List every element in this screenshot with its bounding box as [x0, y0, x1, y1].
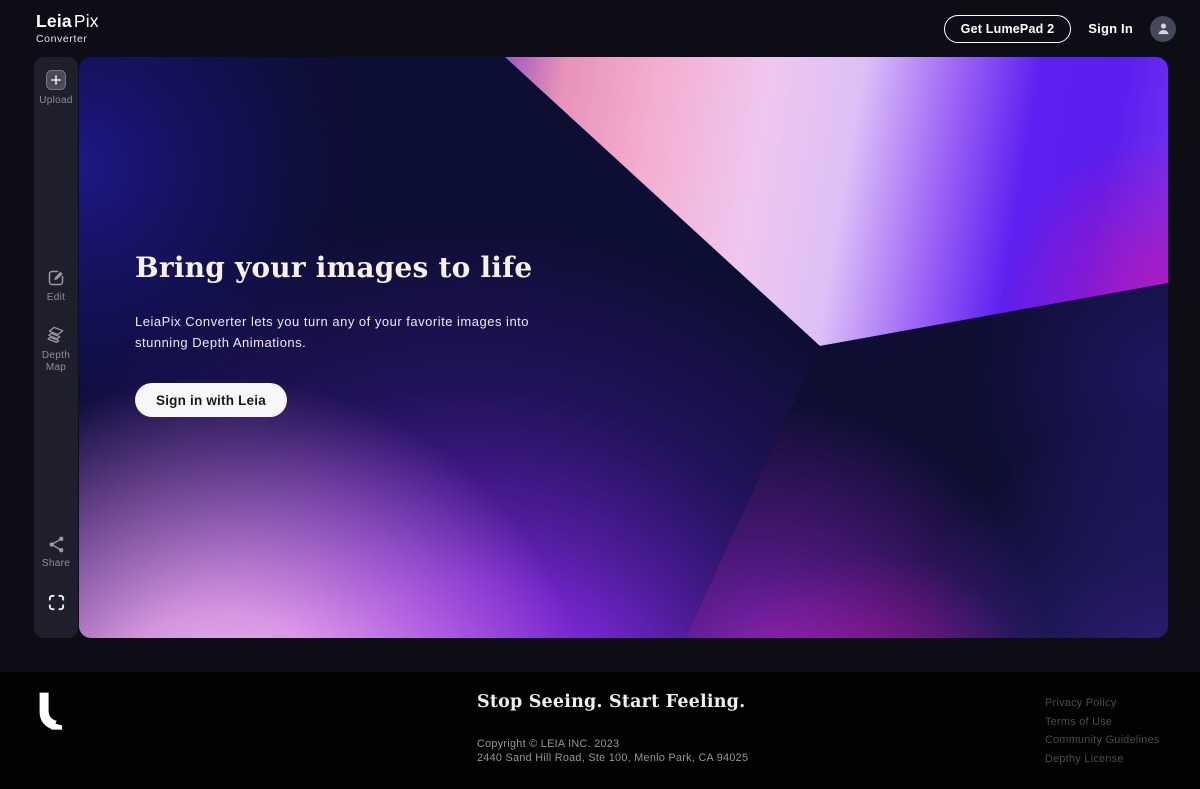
hero-title: Bring your images to life — [135, 251, 595, 284]
footer-link-community-guidelines[interactable]: Community Guidelines — [1045, 731, 1160, 750]
edit-pencil-icon — [46, 268, 66, 288]
sidebar-item-upload-label: Upload — [39, 95, 73, 107]
share-icon — [47, 535, 66, 554]
logo-subtitle: Converter — [36, 34, 99, 45]
footer-tagline: Stop Seeing. Start Feeling. — [477, 692, 748, 712]
upload-plus-icon — [45, 69, 67, 91]
user-icon — [1156, 21, 1171, 36]
footer-copyright: Copyright © LEIA INC. 2023 2440 Sand Hil… — [477, 738, 748, 765]
logo-brand-bold: Leia — [36, 11, 72, 31]
leiapix-logo[interactable]: LeiaPix Converter — [36, 13, 99, 45]
sign-in-with-leia-button[interactable]: Sign in with Leia — [135, 383, 287, 417]
hero-description: LeiaPix Converter lets you turn any of y… — [135, 311, 547, 353]
footer-center-block: Stop Seeing. Start Feeling. Copyright © … — [477, 692, 748, 765]
tools-sidebar: Upload Edit Depth Map Share — [34, 57, 78, 638]
sidebar-item-upload[interactable]: Upload — [34, 69, 78, 107]
sidebar-item-depth-map-label: Depth Map — [34, 350, 78, 373]
app-header: LeiaPix Converter Get LumePad 2 Sign In — [0, 0, 1200, 57]
sidebar-item-share-label: Share — [42, 558, 70, 570]
header-actions: Get LumePad 2 Sign In — [944, 15, 1176, 43]
copyright-line-2: 2440 Sand Hill Road, Ste 100, Menlo Park… — [477, 752, 748, 766]
get-lumepad-button[interactable]: Get LumePad 2 — [944, 15, 1072, 43]
page-footer: Stop Seeing. Start Feeling. Copyright © … — [0, 672, 1200, 789]
copyright-line-1: Copyright © LEIA INC. 2023 — [477, 738, 748, 752]
sidebar-item-edit[interactable]: Edit — [34, 268, 78, 304]
hero-section: Bring your images to life LeiaPix Conver… — [79, 57, 1168, 638]
fullscreen-icon — [47, 593, 66, 612]
sidebar-item-edit-label: Edit — [47, 292, 65, 304]
sign-in-button[interactable]: Sign In — [1088, 21, 1133, 36]
sidebar-item-share[interactable]: Share — [34, 535, 78, 570]
leia-logo-mark — [36, 692, 63, 736]
hero-content: Bring your images to life LeiaPix Conver… — [135, 251, 595, 417]
footer-links: Privacy Policy Terms of Use Community Gu… — [1045, 694, 1160, 768]
sidebar-item-fullscreen[interactable] — [34, 593, 78, 612]
leia-l-icon — [36, 692, 63, 731]
logo-brand-light: Pix — [74, 11, 99, 31]
sidebar-item-depth-map[interactable]: Depth Map — [34, 325, 78, 373]
footer-link-privacy-policy[interactable]: Privacy Policy — [1045, 694, 1160, 713]
account-avatar-button[interactable] — [1150, 16, 1176, 42]
logo-brand: LeiaPix — [36, 13, 99, 31]
depth-map-layers-icon — [46, 325, 67, 346]
footer-link-terms-of-use[interactable]: Terms of Use — [1045, 713, 1160, 732]
footer-link-depthy-license[interactable]: Depthy License — [1045, 750, 1160, 769]
